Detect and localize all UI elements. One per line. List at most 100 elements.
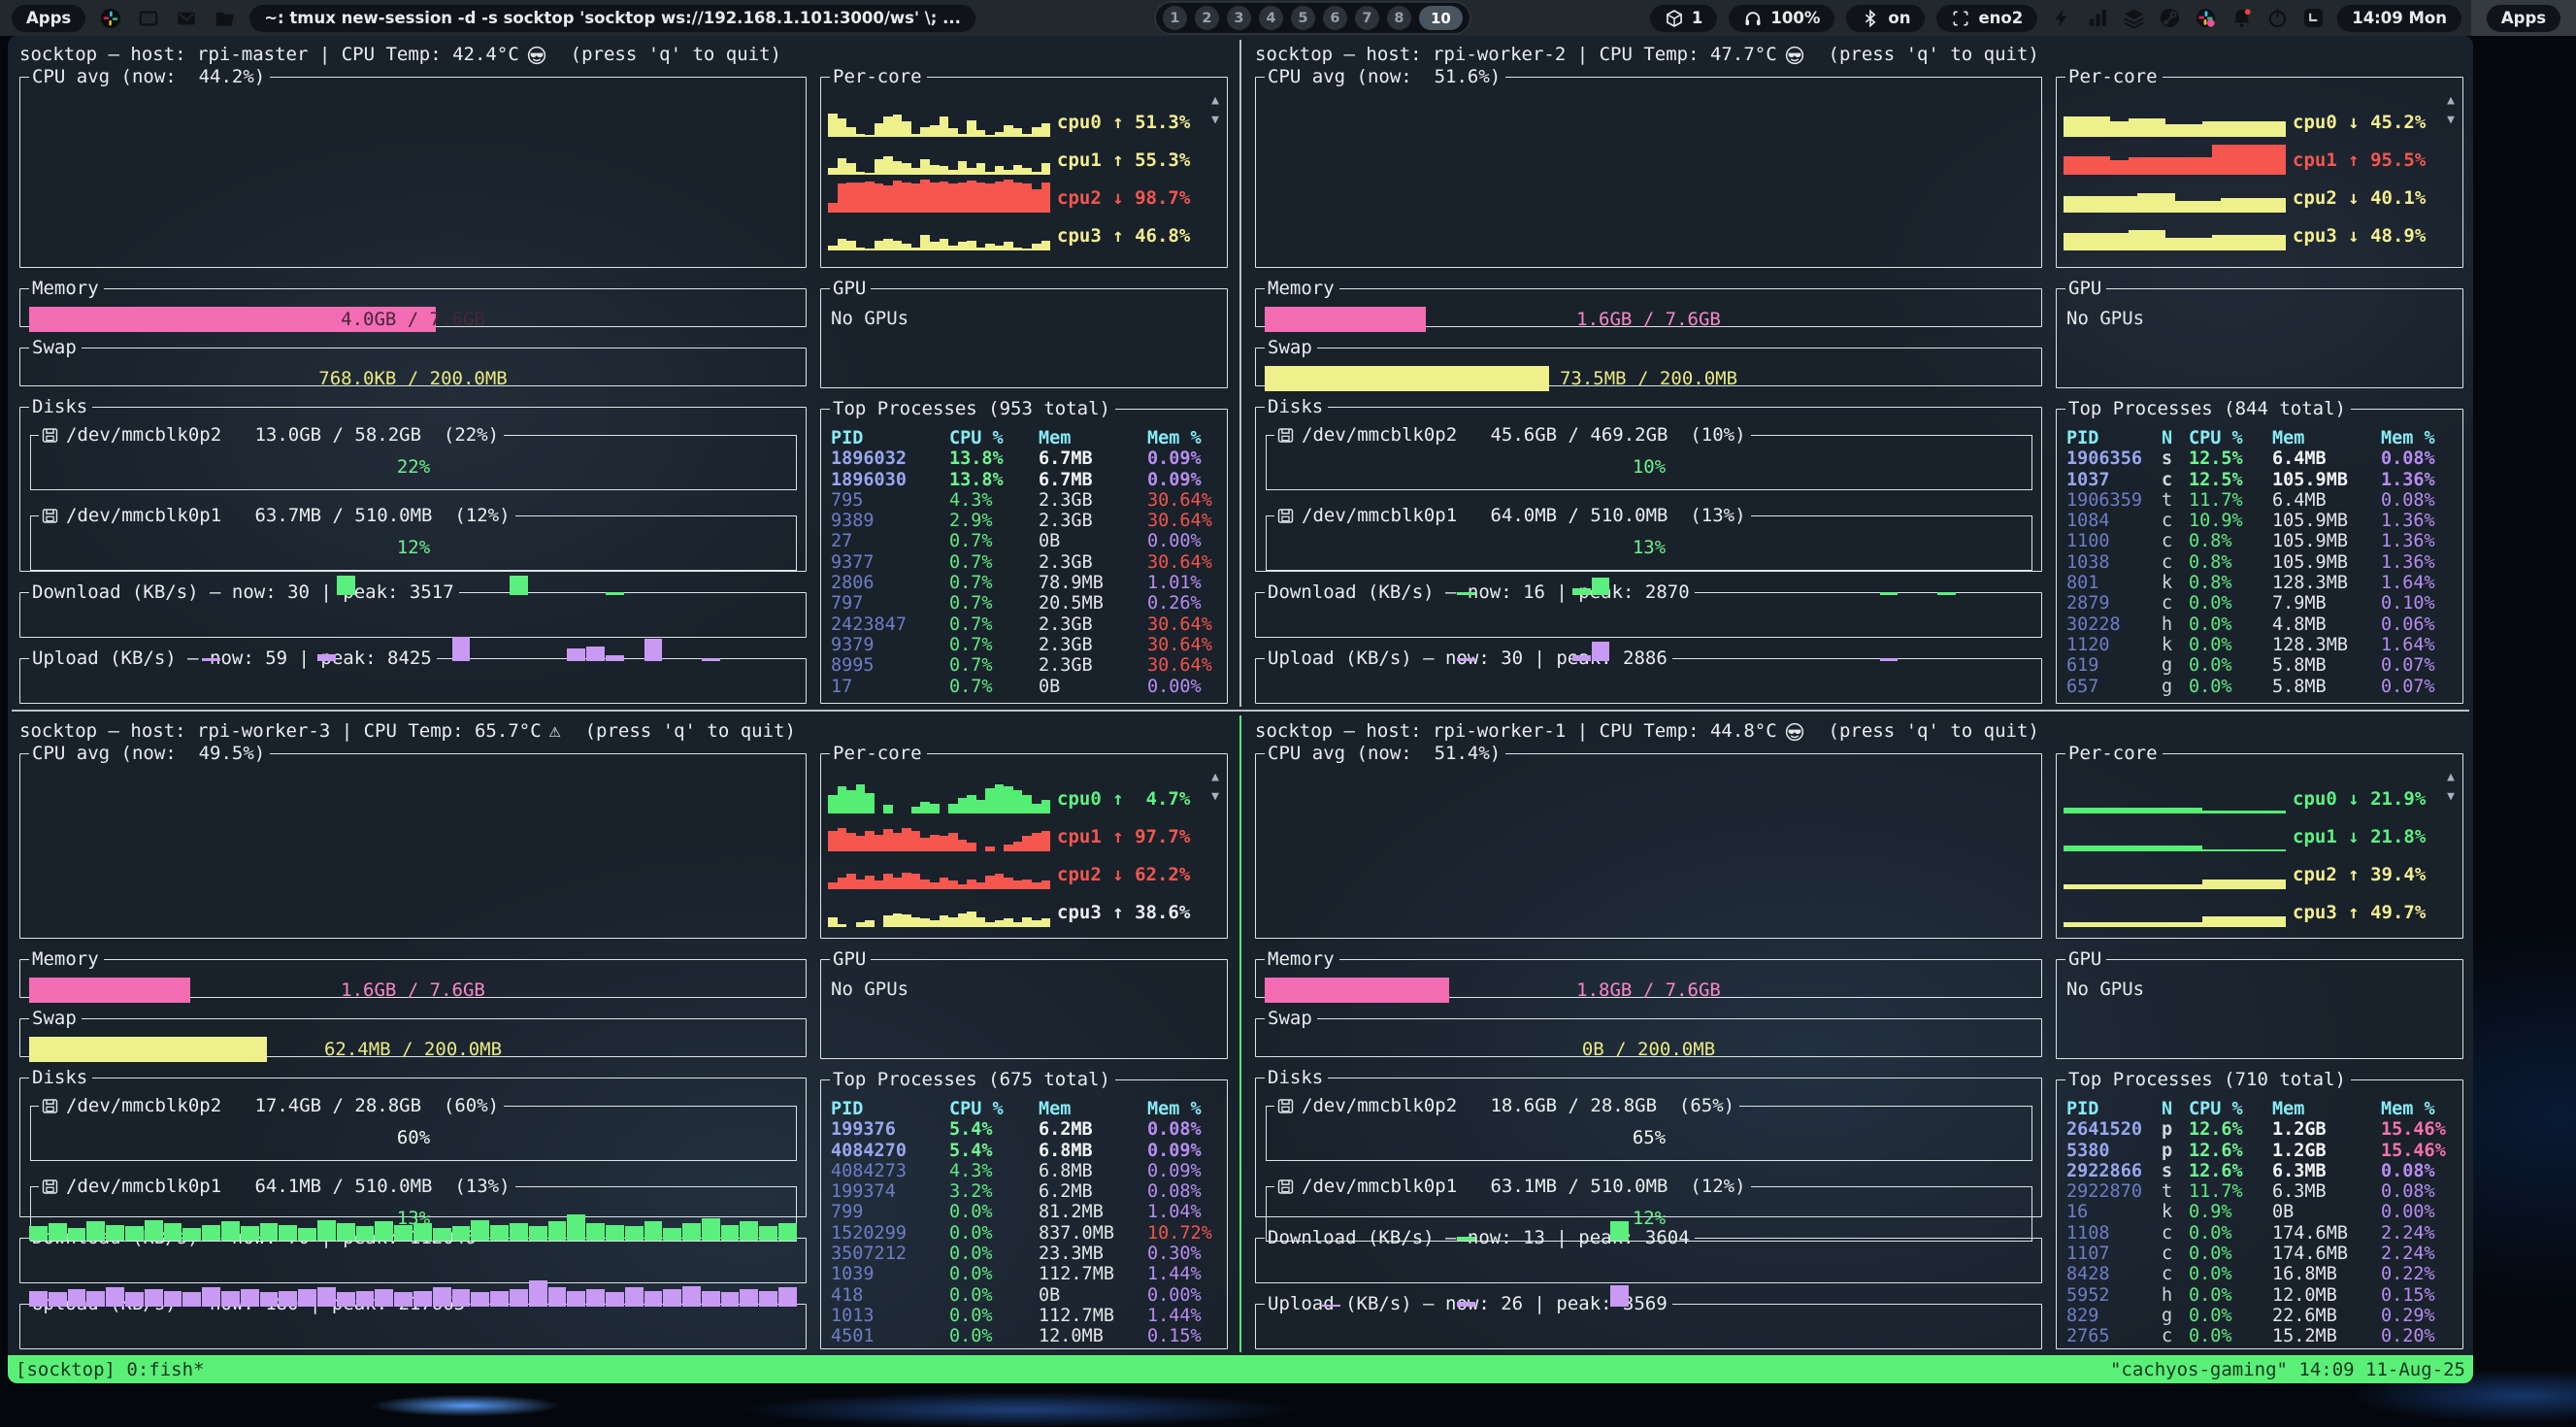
net-bar: [471, 1292, 489, 1307]
slack-color-icon[interactable]: [98, 6, 123, 31]
net-bar: [529, 1226, 547, 1241]
swap-value: 768.0KB / 200.0MB: [29, 368, 797, 389]
column-header: PID: [831, 428, 949, 448]
disk-title: /dev/mmcblk0p1 64.1MB / 510.0MB (13%): [66, 1178, 511, 1196]
core-label: cpu0 ↑ 4.7%: [1050, 784, 1198, 813]
lightning-icon[interactable]: [2049, 6, 2074, 31]
cell-mem: 2.3GB: [1039, 635, 1147, 655]
net-bar: [606, 1292, 624, 1307]
tmux-window-label[interactable]: [socktop] 0:fish*: [16, 1359, 204, 1380]
pane-divider-horizontal[interactable]: [12, 710, 2469, 712]
cell-mem: 2.3GB: [1039, 655, 1147, 676]
workspace-button-active[interactable]: 10: [1419, 6, 1463, 30]
gpu-status: No GPUs: [2066, 979, 2144, 1000]
scroll-up-icon[interactable]: ▲: [2447, 771, 2455, 784]
workspace-button[interactable]: 2: [1195, 6, 1219, 30]
pane-divider-vertical-top[interactable]: [1239, 40, 1241, 707]
slack-icon[interactable]: [2193, 6, 2218, 31]
disk-title: /dev/mmcblk0p2 45.6GB / 469.2GB (10%): [1302, 426, 1746, 445]
cell-pid: 1906356: [2066, 448, 2162, 469]
disk-icon: [41, 1097, 59, 1115]
socktop-pane[interactable]: socktop — host: rpi-worker-3 | CPU Temp:…: [8, 713, 1238, 1355]
download-graph: [1265, 563, 2032, 595]
workspace-button[interactable]: 4: [1259, 6, 1283, 30]
cell-pid: 799: [831, 1202, 949, 1222]
process-row: 2765c0.0%15.2MB0.20%: [2066, 1326, 2455, 1343]
tmux-pane-bottom-left[interactable]: socktop — host: rpi-worker-3 | CPU Temp:…: [8, 713, 1238, 1355]
cell-cpu: 0.8%: [2189, 531, 2272, 551]
cell-memp: 0.09%: [1147, 470, 1219, 490]
workspace-button[interactable]: 3: [1227, 6, 1251, 30]
cell-mem: 112.7MB: [1039, 1306, 1147, 1326]
scroll-down-icon[interactable]: ▼: [2447, 114, 2455, 127]
process-row: 2879c0.0%7.9MB0.10%: [2066, 593, 2455, 614]
gpu-status: No GPUs: [831, 308, 908, 329]
disk-icon: [1276, 426, 1295, 445]
tmux-pane-top-left[interactable]: socktop — host: rpi-master | CPU Temp: 4…: [8, 36, 1238, 710]
scroll-down-icon[interactable]: ▼: [1211, 114, 1219, 127]
workspace-button[interactable]: 6: [1323, 6, 1347, 30]
tmux-pane-top-right[interactable]: socktop — host: rpi-worker-2 | CPU Temp:…: [1243, 36, 2473, 710]
scroll-up-icon[interactable]: ▲: [1211, 771, 1219, 784]
socktop-pane[interactable]: socktop — host: rpi-master | CPU Temp: 4…: [8, 36, 1238, 710]
scroll-down-icon[interactable]: ▼: [2447, 790, 2455, 804]
bell-icon[interactable]: [2229, 6, 2254, 31]
workspace-button[interactable]: 8: [1387, 6, 1411, 30]
column-header: Mem %: [2381, 428, 2455, 448]
scroll-up-icon[interactable]: ▲: [1211, 94, 1219, 108]
workspace-button[interactable]: 7: [1355, 6, 1379, 30]
mail-icon[interactable]: [174, 6, 199, 31]
process-row: 5952h0.0%12.0MB0.15%: [2066, 1285, 2455, 1306]
workspace-button[interactable]: 1: [1163, 6, 1187, 30]
socktop-pane[interactable]: socktop — host: rpi-worker-1 | CPU Temp:…: [1243, 713, 2473, 1355]
per-core-graphs: cpu0 ↑ 4.7%cpu1 ↑ 97.7%cpu2 ↓ 62.2%cpu3 …: [828, 776, 1198, 927]
cell-pid: 2765: [2066, 1326, 2162, 1343]
cpu-avg-box: CPU avg (now: 44.2%): [19, 68, 807, 268]
cell-mem: 6.8MB: [1039, 1161, 1147, 1181]
cell-memp: 0.08%: [2381, 448, 2455, 469]
apps-button[interactable]: Apps: [12, 5, 85, 32]
window-title-button[interactable]: ~: tmux new-session -d -s socktop 'sockt…: [249, 5, 975, 32]
monitor-icon[interactable]: [2300, 6, 2326, 31]
net-bar: [106, 1225, 124, 1242]
column-header: N: [2162, 1099, 2189, 1119]
terminal-window[interactable]: socktop — host: rpi-master | CPU Temp: 4…: [8, 36, 2473, 1383]
power-icon[interactable]: [2264, 6, 2290, 31]
process-row: 170.7%0B0.00%: [831, 677, 1219, 697]
cell-pid: 1037: [2066, 470, 2162, 490]
swap-title: Swap: [29, 1010, 82, 1028]
upload-graph: [1265, 1275, 2032, 1307]
headphones-pill[interactable]: 100%: [1729, 5, 1834, 32]
signal-bars-icon[interactable]: [2085, 6, 2110, 31]
scroll-down-icon[interactable]: ▼: [1211, 790, 1219, 804]
net-bar: [702, 658, 720, 661]
cell-pid: 8995: [831, 655, 949, 676]
cell-pid: 1038: [2066, 552, 2162, 573]
clock-pill[interactable]: 14:09 Mon: [2337, 5, 2461, 32]
bluetooth-pill[interactable]: on: [1846, 5, 1925, 32]
process-row: 16k0.9%0B0.00%: [2066, 1202, 2455, 1222]
scroll-up-icon[interactable]: ▲: [2447, 94, 2455, 108]
steam-icon[interactable]: [2157, 6, 2182, 31]
apps-button-right[interactable]: Apps: [2487, 5, 2560, 32]
pane-divider-vertical-bottom[interactable]: [1239, 715, 1241, 1352]
socktop-pane[interactable]: socktop — host: rpi-worker-2 | CPU Temp:…: [1243, 36, 2473, 710]
layers-icon[interactable]: [2121, 6, 2146, 31]
column-header: Mem %: [2381, 1099, 2455, 1119]
cpu-avg-title: CPU avg (now: 51.4%): [1265, 745, 1505, 763]
cell-cpu: 5.4%: [949, 1141, 1039, 1161]
cell-mem: 837.0MB: [1039, 1223, 1147, 1244]
process-row: 24238470.7%2.3GB30.64%: [831, 614, 1219, 635]
cell-mem: 2.3GB: [1039, 511, 1147, 531]
workspace-button[interactable]: 5: [1291, 6, 1315, 30]
window-icon[interactable]: [136, 6, 161, 31]
net-bar: [1457, 1237, 1475, 1241]
cube-pill[interactable]: 1: [1650, 5, 1717, 32]
net-bar: [759, 1291, 777, 1308]
net-bar: [221, 1221, 240, 1241]
tmux-pane-bottom-right[interactable]: socktop — host: rpi-worker-1 | CPU Temp:…: [1243, 713, 2473, 1355]
cell-cpu: 4.3%: [949, 490, 1039, 511]
screen-frame-pill[interactable]: eno2: [1936, 5, 2037, 32]
column-header: CPU %: [949, 428, 1039, 448]
folder-icon[interactable]: [212, 6, 237, 31]
